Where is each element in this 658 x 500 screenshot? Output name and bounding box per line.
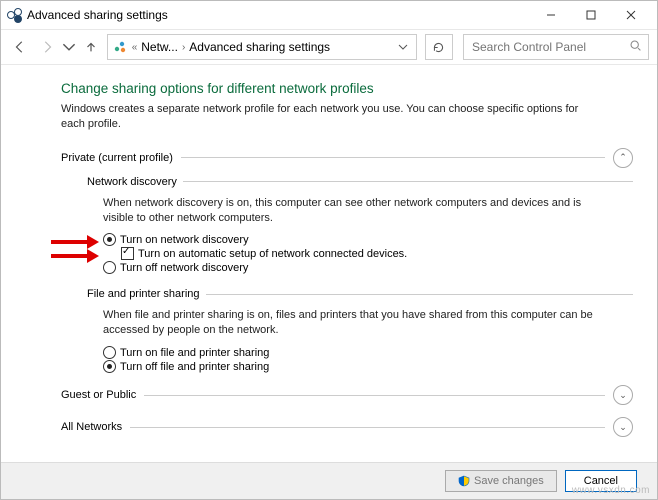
section-header[interactable]: Private (current profile) ⌃ [61, 148, 633, 168]
maximize-button[interactable] [571, 2, 611, 28]
search-input[interactable] [470, 39, 629, 55]
subsection-title: Network discovery [87, 176, 177, 188]
footer-bar: Save changes Cancel [1, 462, 657, 499]
divider [144, 395, 605, 396]
search-icon[interactable] [629, 39, 642, 55]
nav-bar: « Netw... › Advanced sharing settings [1, 30, 657, 65]
radio-icon [103, 261, 116, 274]
subsection-file-printer-sharing: File and printer sharing When file and p… [87, 288, 633, 373]
up-button[interactable] [80, 35, 103, 59]
section-header[interactable]: All Networks ⌄ [61, 417, 633, 437]
window-title: Advanced sharing settings [27, 8, 531, 22]
annotation-arrow-icon [49, 247, 99, 261]
radio-icon [103, 233, 116, 246]
content-area: Change sharing options for different net… [1, 65, 657, 462]
chevron-right-icon: « [130, 42, 140, 53]
close-button[interactable] [611, 2, 651, 28]
radio-icon [103, 346, 116, 359]
divider [181, 157, 605, 158]
button-label: Save changes [474, 475, 544, 487]
annotation-arrow-icon [49, 233, 99, 247]
page-heading: Change sharing options for different net… [61, 81, 633, 96]
radio-turn-off-fps[interactable]: Turn off file and printer sharing [103, 360, 633, 373]
radio-label: Turn off file and printer sharing [120, 361, 269, 373]
breadcrumb-item[interactable]: Advanced sharing settings [189, 40, 330, 54]
back-button[interactable] [9, 35, 32, 59]
radio-turn-off-discovery[interactable]: Turn off network discovery [103, 261, 633, 274]
page-intro: Windows creates a separate network profi… [61, 102, 601, 132]
chevron-up-icon[interactable]: ⌃ [613, 148, 633, 168]
radio-turn-on-discovery[interactable]: Turn on network discovery [103, 233, 633, 246]
section-title: Private (current profile) [61, 152, 173, 164]
breadcrumb-item[interactable]: Netw... [141, 40, 178, 54]
shield-icon [458, 475, 470, 487]
address-bar[interactable]: « Netw... › Advanced sharing settings [107, 34, 417, 60]
titlebar: Advanced sharing settings [1, 1, 657, 30]
checkbox-auto-setup[interactable]: Turn on automatic setup of network conne… [121, 247, 633, 260]
radio-label: Turn off network discovery [120, 262, 248, 274]
divider [206, 294, 633, 295]
divider [183, 181, 633, 182]
app-icon [7, 8, 21, 22]
window-frame: Advanced sharing settings « Netw... › Ad… [0, 0, 658, 500]
chevron-down-icon[interactable]: ⌄ [613, 417, 633, 437]
section-all-networks: All Networks ⌄ [61, 417, 633, 437]
forward-button[interactable] [36, 35, 59, 59]
minimize-button[interactable] [531, 2, 571, 28]
section-guest: Guest or Public ⌄ [61, 385, 633, 405]
subsection-network-discovery: Network discovery When network discovery… [87, 176, 633, 275]
checkbox-icon [121, 247, 134, 260]
location-icon [112, 39, 128, 55]
subsection-desc: When file and printer sharing is on, fil… [103, 308, 603, 338]
radio-icon [103, 360, 116, 373]
chevron-right-icon: › [180, 42, 187, 53]
recent-button[interactable] [62, 35, 76, 59]
section-private: Private (current profile) ⌃ Network disc… [61, 148, 633, 373]
subsection-desc: When network discovery is on, this compu… [103, 196, 603, 226]
section-title: All Networks [61, 421, 122, 433]
search-box[interactable] [463, 34, 649, 60]
cancel-button[interactable]: Cancel [565, 470, 637, 492]
radio-label: Turn on network discovery [120, 234, 249, 246]
checkbox-label: Turn on automatic setup of network conne… [138, 248, 407, 260]
divider [130, 427, 605, 428]
section-title: Guest or Public [61, 389, 136, 401]
address-dropdown-button[interactable] [394, 35, 412, 59]
radio-label: Turn on file and printer sharing [120, 347, 269, 359]
button-label: Cancel [584, 475, 618, 487]
window-buttons [531, 2, 651, 28]
refresh-button[interactable] [425, 34, 453, 60]
section-header[interactable]: Guest or Public ⌄ [61, 385, 633, 405]
subsection-title: File and printer sharing [87, 288, 200, 300]
chevron-down-icon[interactable]: ⌄ [613, 385, 633, 405]
radio-turn-on-fps[interactable]: Turn on file and printer sharing [103, 346, 633, 359]
save-changes-button[interactable]: Save changes [445, 470, 557, 492]
